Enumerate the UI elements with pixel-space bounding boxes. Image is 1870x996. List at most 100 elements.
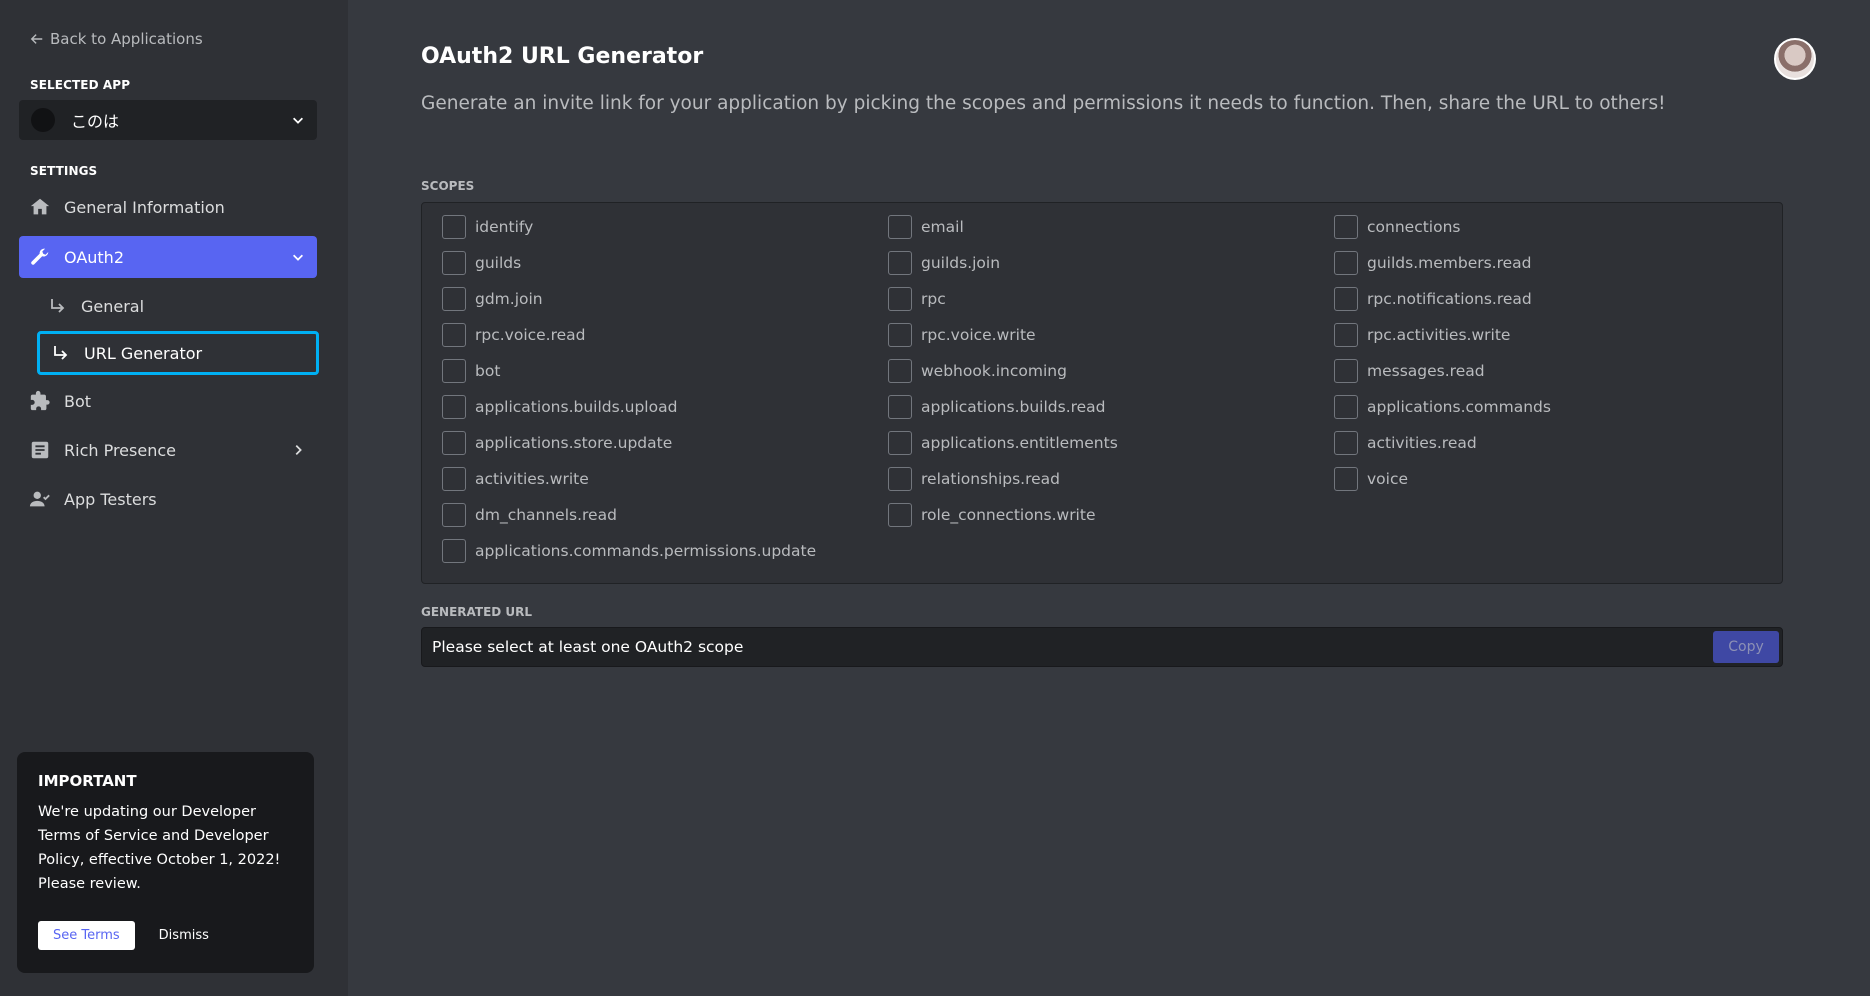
checkbox-box[interactable] [888,215,912,239]
checkbox-box[interactable] [888,503,912,527]
checkbox-box[interactable] [442,287,466,311]
checkbox-box[interactable] [1334,323,1358,347]
checkbox-box[interactable] [1334,287,1358,311]
checkbox-box[interactable] [442,395,466,419]
scope-checkbox[interactable]: dm_channels.read [442,503,617,527]
checkbox-box[interactable] [1334,431,1358,455]
checkbox-box[interactable] [1334,395,1358,419]
generated-url-value: Please select at least one OAuth2 scope [432,638,744,656]
scopes-grid: identify email connections guilds guilds.joi… [421,202,1783,584]
scope-checkbox[interactable]: guilds [442,251,521,275]
checkbox-box[interactable] [1334,467,1358,491]
scope-checkbox[interactable]: applications.commands [1334,395,1551,419]
scope-checkbox[interactable]: rpc.notifications.read [1334,287,1532,311]
scope-label: rpc.activities.write [1367,326,1511,344]
checkbox-box[interactable] [442,503,466,527]
settings-label: SETTINGS [30,164,98,178]
scope-label: activities.write [475,470,589,488]
sidebar-item-label: Rich Presence [64,440,176,460]
scope-label: guilds.join [921,254,1001,272]
arrow-left-icon [30,34,43,44]
scope-checkbox[interactable]: messages.read [1334,359,1485,383]
sidebar-item-general-information[interactable]: General Information [19,186,317,228]
checkbox-box[interactable] [1334,251,1358,275]
scope-checkbox[interactable]: gdm.join [442,287,543,311]
checkbox-box[interactable] [442,359,466,383]
checkbox-box[interactable] [442,539,466,563]
scope-checkbox[interactable]: activities.read [1334,431,1477,455]
scope-checkbox[interactable]: bot [442,359,500,383]
sidebar-item-rich-presence[interactable]: Rich Presence [19,429,317,471]
sidebar-item-oauth2-general[interactable]: General [37,284,319,328]
scope-checkbox[interactable]: role_connections.write [888,503,1095,527]
checkbox-box[interactable] [442,323,466,347]
sidebar-item-label: OAuth2 [64,247,124,267]
checkbox-box[interactable] [888,467,912,491]
scope-label: gdm.join [475,290,543,308]
avatar[interactable] [1774,38,1816,80]
page-description: Generate an invite link for your applica… [421,93,1666,114]
scope-checkbox[interactable]: email [888,215,964,239]
scope-checkbox[interactable]: applications.builds.upload [442,395,677,419]
app-icon [31,108,55,132]
user-manage-icon [29,488,51,510]
back-to-applications-link[interactable]: Back to Applications [30,30,203,48]
copy-button[interactable]: Copy [1713,631,1779,663]
scope-checkbox[interactable]: activities.write [442,467,589,491]
scope-checkbox[interactable]: applications.store.update [442,431,672,455]
scopes-label: SCOPES [421,179,475,193]
checkbox-box[interactable] [888,251,912,275]
page-title: OAuth2 URL Generator [421,44,704,69]
notice-body: We're updating our Developer Terms of Se… [38,804,281,892]
scope-checkbox[interactable]: connections [1334,215,1460,239]
sidebar-item-url-generator[interactable]: URL Generator [37,331,319,375]
scope-label: voice [1367,470,1409,488]
app-selector[interactable]: このは [19,100,317,140]
scope-label: applications.commands.permissions.update [475,542,817,560]
generated-url-field[interactable]: Please select at least one OAuth2 scope … [421,627,1783,667]
sidebar-item-label: Bot [64,391,92,411]
scope-checkbox[interactable]: guilds.join [888,251,1000,275]
checkbox-box[interactable] [442,215,466,239]
subitem-arrow-icon [51,299,65,313]
wrench-icon [29,246,51,268]
checkbox-box[interactable] [888,323,912,347]
checkbox-box[interactable] [442,251,466,275]
scope-checkbox[interactable]: rpc.voice.write [888,323,1036,347]
scope-label: rpc.notifications.read [1367,290,1532,308]
checkbox-box[interactable] [442,467,466,491]
checkbox-box[interactable] [888,395,912,419]
dismiss-button[interactable]: Dismiss [159,928,209,943]
scope-checkbox[interactable]: rpc.activities.write [1334,323,1510,347]
scope-label: bot [475,362,501,380]
sidebar-item-bot[interactable]: Bot [19,380,317,422]
generated-url-label: GENERATED URL [421,605,533,619]
sidebar-item-oauth2[interactable]: OAuth2 [19,236,317,278]
checkbox-box[interactable] [1334,359,1358,383]
scope-checkbox[interactable]: webhook.incoming [888,359,1067,383]
scope-label: activities.read [1367,434,1477,452]
important-notice: IMPORTANT We're updating our Developer T… [17,752,314,973]
checkbox-box[interactable] [888,431,912,455]
scope-checkbox[interactable]: relationships.read [888,467,1060,491]
scope-checkbox[interactable]: applications.commands.permissions.update [442,539,816,563]
checkbox-box[interactable] [888,287,912,311]
checkbox-box[interactable] [888,359,912,383]
back-link-label: Back to Applications [50,30,203,48]
notice-title: IMPORTANT [38,772,137,790]
see-terms-button[interactable]: See Terms [38,921,135,950]
scope-checkbox[interactable]: identify [442,215,533,239]
scope-checkbox[interactable]: applications.builds.read [888,395,1106,419]
scope-checkbox[interactable]: guilds.members.read [1334,251,1532,275]
scope-checkbox[interactable]: rpc.voice.read [442,323,586,347]
sidebar-item-label: General [81,296,145,316]
puzzle-icon [29,390,51,412]
sidebar-item-app-testers[interactable]: App Testers [19,478,317,520]
scope-checkbox[interactable]: applications.entitlements [888,431,1118,455]
checkbox-box[interactable] [1334,215,1358,239]
scope-checkbox[interactable]: rpc [888,287,946,311]
scope-checkbox[interactable]: voice [1334,467,1408,491]
scope-label: applications.builds.upload [475,398,678,416]
checkbox-box[interactable] [442,431,466,455]
scope-label: applications.commands [1367,398,1551,416]
